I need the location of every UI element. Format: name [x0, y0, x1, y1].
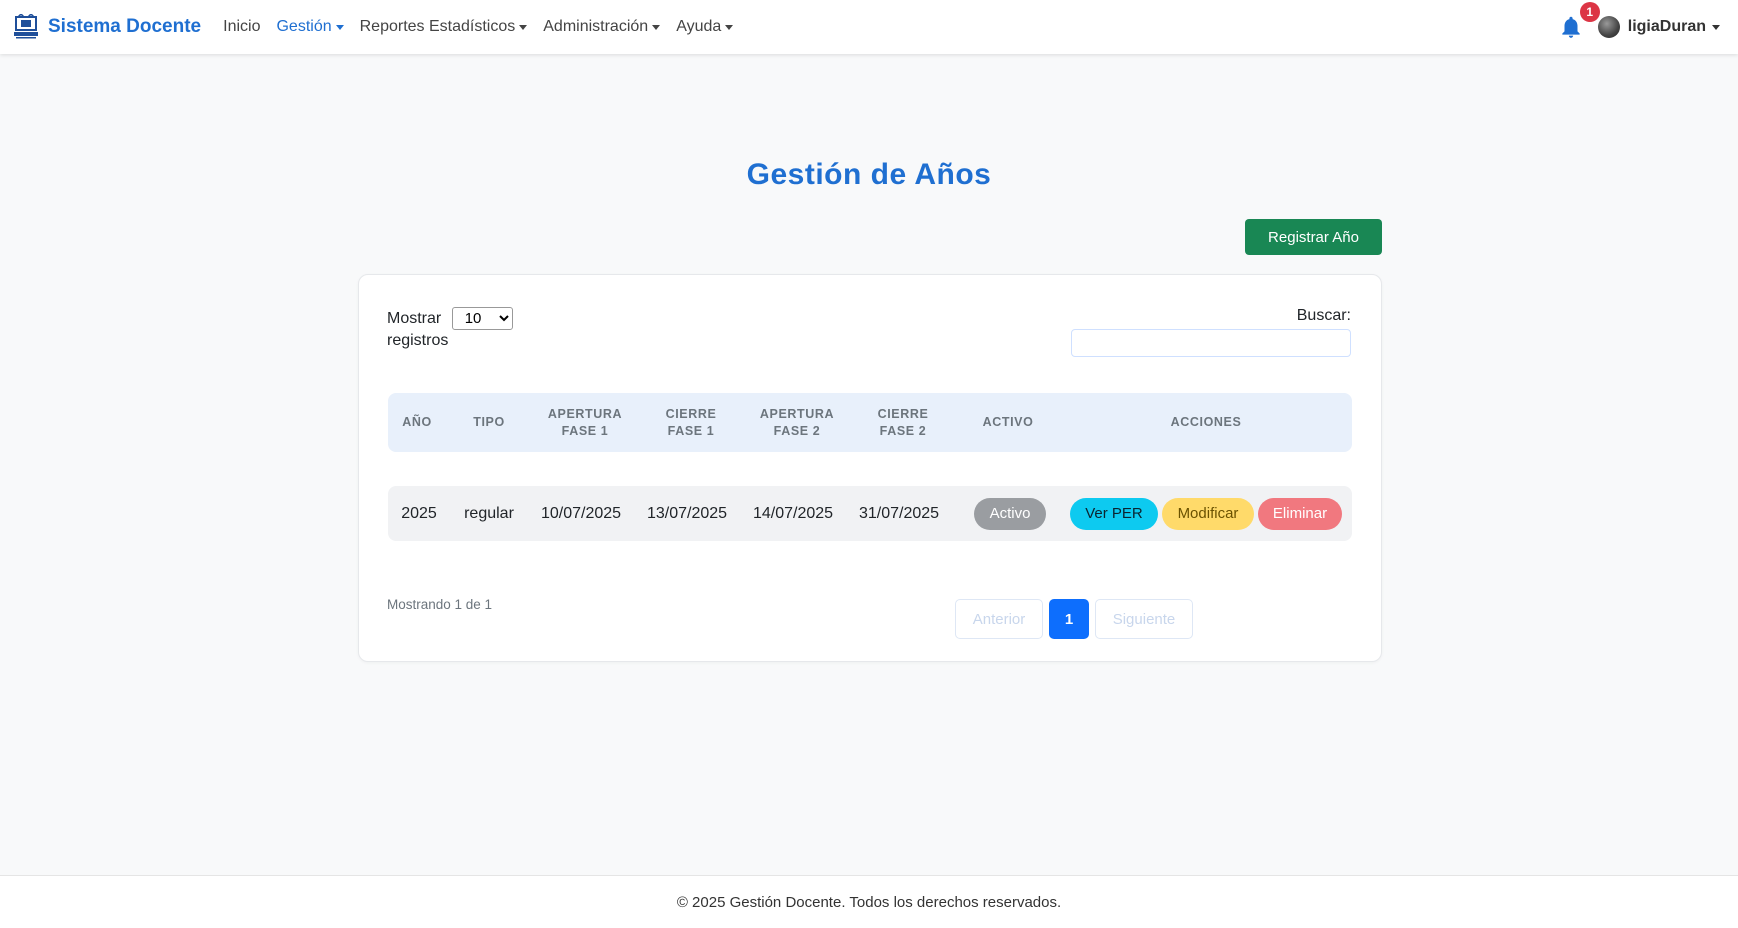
pagination: Anterior 1 Siguiente — [955, 599, 1193, 639]
user-menu[interactable]: ligiaDuran — [1597, 16, 1720, 38]
nav-item-label: Administración — [543, 18, 649, 35]
brand-title: Sistema Docente — [48, 16, 202, 37]
cell-tipo: regular — [464, 504, 514, 522]
next-page-button[interactable]: Siguiente — [1095, 599, 1193, 639]
page-1-button[interactable]: 1 — [1049, 599, 1089, 639]
nav-item-ayuda[interactable]: Ayuda — [668, 18, 741, 36]
years-table-card: Mostrar 10 registros Buscar: AÑO TIPO AP… — [358, 274, 1382, 662]
caret-down-icon — [652, 24, 661, 30]
nav-item-reportes[interactable]: Reportes Estadísticos — [352, 18, 536, 36]
column-header-label: APERTURA — [547, 406, 623, 421]
page-length-select[interactable]: 10 — [451, 307, 513, 330]
user-name: ligiaDuran — [1627, 18, 1706, 35]
column-header-acciones: ACCIONES — [1060, 393, 1352, 452]
nav-item-label: Reportes Estadísticos — [359, 18, 516, 35]
search-control: Buscar: — [1071, 307, 1351, 357]
column-header-label: FASE 2 — [773, 423, 821, 438]
cell-apertura-fase2: 14/07/2025 — [752, 504, 834, 522]
footer-copyright: © 2025 Gestión Docente. Todos los derech… — [676, 893, 1062, 911]
cell-acciones: Ver PER Modificar Eliminar — [1060, 486, 1352, 541]
column-header-anio[interactable]: AÑO — [388, 393, 446, 452]
table-row: 2025 regular 10/07/2025 13/07/2025 14/07… — [388, 486, 1352, 541]
column-header-cierre-fase1[interactable]: CIERRE FASE 1 — [638, 393, 744, 452]
search-input[interactable] — [1071, 329, 1351, 357]
column-header-activo[interactable]: ACTIVO — [956, 393, 1060, 452]
records-label: registros — [387, 332, 449, 349]
top-navbar: Sistema Docente Inicio Gestión Reportes … — [0, 0, 1738, 54]
bell-icon — [1562, 16, 1580, 38]
column-header-label: CIERRE — [877, 406, 929, 421]
footer: © 2025 Gestión Docente. Todos los derech… — [0, 875, 1738, 928]
column-header-apertura-fase1[interactable]: APERTURA FASE 1 — [532, 393, 638, 452]
cell-anio: 2025 — [401, 504, 437, 522]
column-header-label: FASE 1 — [667, 423, 715, 438]
caret-down-icon — [1712, 24, 1720, 30]
cell-apertura-fase1: 10/07/2025 — [540, 504, 622, 522]
main-menu: Inicio Gestión Reportes Estadísticos Adm… — [215, 18, 741, 36]
column-header-cierre-fase2[interactable]: CIERRE FASE 2 — [850, 393, 956, 452]
nav-item-administracion[interactable]: Administración — [535, 18, 668, 36]
show-label: Mostrar — [387, 310, 442, 327]
column-header-apertura-fase2[interactable]: APERTURA FASE 2 — [744, 393, 850, 452]
navbar-right: 1 ligiaDuran — [1558, 0, 1720, 54]
view-per-button[interactable]: Ver PER — [1070, 497, 1158, 530]
nav-item-label: Gestión — [276, 18, 332, 35]
column-header-label: FASE 2 — [879, 423, 927, 438]
notifications-button[interactable]: 1 — [1558, 2, 1600, 40]
nav-item-inicio[interactable]: Inicio — [215, 18, 268, 36]
page-length-control: Mostrar 10 registros — [387, 307, 513, 352]
nav-item-label: Inicio — [223, 18, 261, 35]
column-header-label: APERTURA — [759, 406, 835, 421]
search-label: Buscar: — [1296, 307, 1351, 324]
column-header-label: AÑO — [402, 415, 432, 429]
column-header-label: CIERRE — [665, 406, 717, 421]
edit-button[interactable]: Modificar — [1162, 497, 1254, 530]
nav-item-label: Ayuda — [676, 18, 722, 35]
register-year-button[interactable]: Registrar Año — [1245, 219, 1382, 255]
previous-page-button[interactable]: Anterior — [955, 599, 1043, 639]
caret-down-icon — [725, 24, 734, 30]
status-active-badge[interactable]: Activo — [974, 497, 1046, 530]
cell-activo: Activo — [958, 486, 1062, 541]
brand[interactable]: Sistema Docente — [12, 13, 201, 41]
cell-cierre-fase2: 31/07/2025 — [858, 504, 940, 522]
column-header-label: ACTIVO — [982, 415, 1034, 429]
university-logo-icon — [12, 13, 40, 41]
table-header: AÑO TIPO APERTURA FASE 1 CIERRE FASE 1 A… — [388, 393, 1352, 452]
caret-down-icon — [519, 24, 528, 30]
column-header-label: FASE 1 — [561, 423, 609, 438]
avatar-icon — [1597, 16, 1620, 38]
notification-count-badge: 1 — [1579, 2, 1600, 22]
cell-cierre-fase1: 13/07/2025 — [646, 504, 728, 522]
nav-item-gestion[interactable]: Gestión — [268, 18, 351, 36]
caret-down-icon — [335, 24, 344, 30]
column-header-label: ACCIONES — [1170, 415, 1242, 429]
column-header-label: TIPO — [473, 415, 505, 429]
page-title: Gestión de Años — [746, 158, 992, 191]
delete-button[interactable]: Eliminar — [1258, 497, 1342, 530]
column-header-tipo[interactable]: TIPO — [446, 393, 532, 452]
table-info: Mostrando 1 de 1 — [387, 597, 493, 612]
